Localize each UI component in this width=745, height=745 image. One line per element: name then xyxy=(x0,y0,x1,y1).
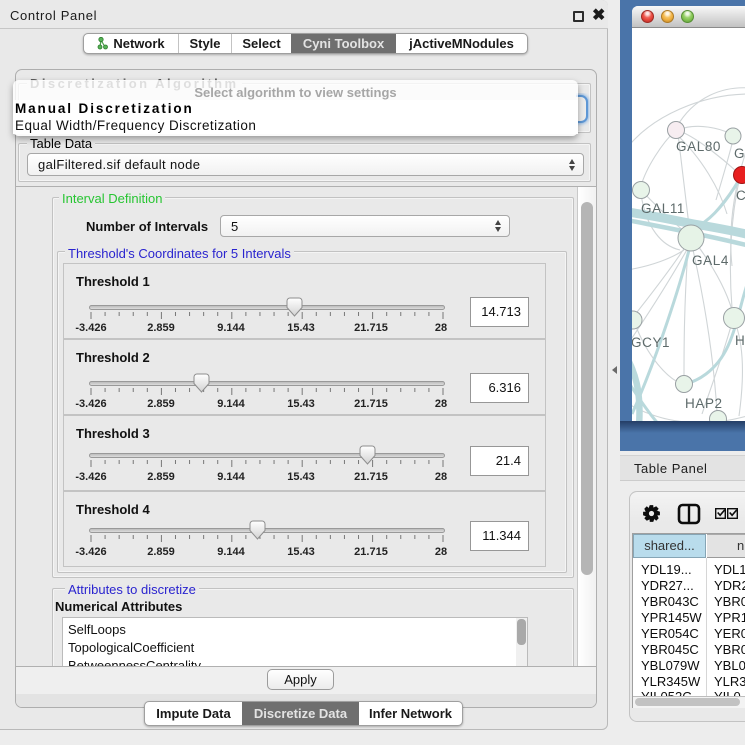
svg-text:GA: GA xyxy=(734,146,745,161)
svg-text:HAP2: HAP2 xyxy=(685,396,723,411)
svg-text:GAL80: GAL80 xyxy=(676,139,721,154)
svg-text:GAL4: GAL4 xyxy=(692,253,729,268)
svg-text:GCY1: GCY1 xyxy=(632,335,670,350)
svg-text:CY: CY xyxy=(736,188,745,203)
svg-text:GAL11: GAL11 xyxy=(641,201,685,216)
svg-text:HI: HI xyxy=(735,333,745,348)
